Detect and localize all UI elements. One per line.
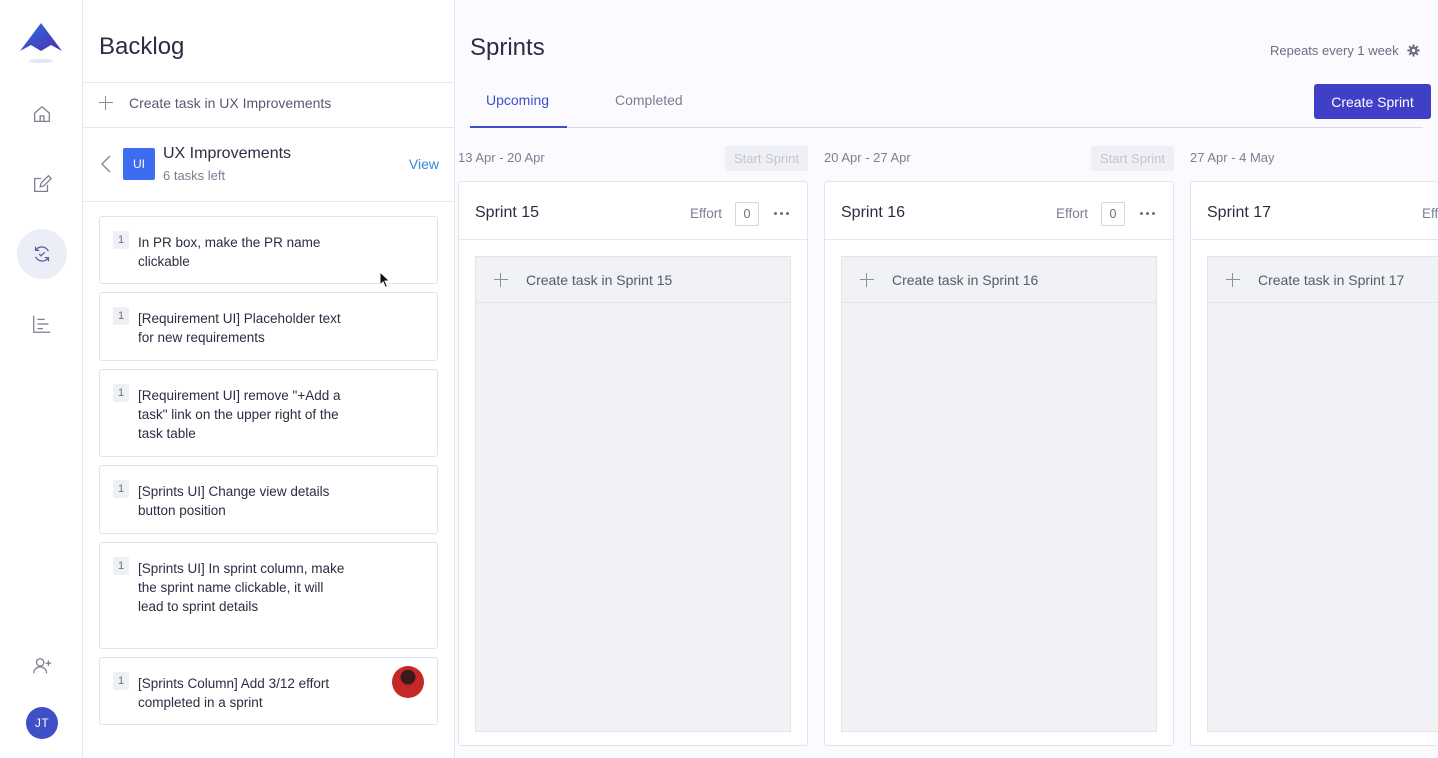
create-task-button[interactable]: Create task in UX Improvements [99,95,331,111]
invite-user-button[interactable] [17,641,67,691]
add-user-icon [33,658,52,674]
requirements-nav-button[interactable] [17,159,67,209]
task-card[interactable]: 1 [Sprints Column] Add 3/12 effort compl… [99,657,438,725]
epic-tasks-left: 6 tasks left [163,168,226,183]
home-icon [34,105,50,122]
task-title: [Sprints UI] In sprint column, make the … [138,561,345,614]
create-sprint-task-label: Create task in Sprint 16 [892,271,1039,288]
task-effort: 1 [113,672,129,690]
divider [83,201,455,202]
plus-icon [99,96,113,110]
create-sprint-task-button[interactable]: Create task in Sprint 16 [842,257,1156,303]
divider [83,82,455,83]
tab-upcoming[interactable]: Upcoming [486,92,549,108]
assignee-avatar[interactable] [392,666,424,698]
page-title: Sprints [470,34,545,61]
task-card[interactable]: 1 [Requirement UI] Placeholder text for … [99,292,438,361]
epic-badge: UI [123,148,155,180]
plus-icon [860,272,874,287]
mouse-pointer-icon [379,271,391,289]
roadmap-icon [33,315,51,333]
backlog-panel: Backlog Create task in UX Improvements U… [83,0,455,758]
task-title: In PR box, make the PR name clickable [138,235,321,269]
back-button[interactable] [99,154,113,174]
task-title: [Requirement UI] Placeholder text for ne… [138,311,341,345]
sprint-repeat-setting[interactable]: Repeats every 1 week [1270,43,1420,58]
epic-header: UI UX Improvements 6 tasks left View [99,144,439,186]
active-tab-indicator [470,126,567,128]
plus-icon [494,272,508,287]
sprint-header: Sprint 17 Eff [1191,182,1438,240]
create-sprint-button[interactable]: Create Sprint [1314,84,1431,119]
create-task-label: Create task in UX Improvements [129,95,332,111]
tab-completed[interactable]: Completed [615,92,683,108]
epic-name: UX Improvements [163,145,292,162]
task-effort: 1 [113,480,129,498]
sprints-nav-button[interactable] [17,229,67,279]
edit-icon [34,174,53,192]
sprint-dates: 13 Apr - 20 Apr [458,150,545,165]
task-effort: 1 [113,557,129,575]
task-title: [Sprints Column] Add 3/12 effort complet… [138,676,330,710]
tabs-divider [470,127,1423,128]
sprint-dates: 20 Apr - 27 Apr [824,150,911,165]
nav-rail: JT [0,0,83,758]
effort-value: 0 [1101,202,1125,226]
start-sprint-button[interactable]: Start Sprint [725,146,808,171]
sprint-header: Sprint 16 Effort 0 [825,182,1173,240]
create-sprint-task-label: Create task in Sprint 15 [526,271,673,288]
sprint-name[interactable]: Sprint 17 [1207,204,1271,222]
sprint-column: Sprint 17 Eff Create task in Sprint 17 [1190,181,1438,746]
plus-icon [1226,272,1240,287]
task-title: [Sprints UI] Change view details button … [138,484,330,518]
backlog-title: Backlog [99,33,185,60]
effort-value: 0 [735,202,759,226]
sprint-name[interactable]: Sprint 16 [841,204,905,222]
start-sprint-button[interactable]: Start Sprint [1091,146,1174,171]
roadmap-nav-button[interactable] [17,299,67,349]
sprint-task-list: Create task in Sprint 15 [475,256,791,732]
more-options-icon[interactable] [774,206,792,220]
app-logo-icon[interactable] [19,21,63,65]
sprint-task-list: Create task in Sprint 17 [1207,256,1438,732]
task-effort: 1 [113,384,129,402]
sprint-column: Sprint 16 Effort 0 Create task in Sprint… [824,181,1174,746]
task-title: [Requirement UI] remove "+Add a task" li… [138,388,341,441]
task-card[interactable]: 1 [Sprints UI] Change view details butto… [99,465,438,534]
task-effort: 1 [113,307,129,325]
create-sprint-task-label: Create task in Sprint 17 [1258,271,1405,288]
task-effort: 1 [113,231,129,249]
create-sprint-task-button[interactable]: Create task in Sprint 17 [1208,257,1438,303]
repeat-label: Repeats every 1 week [1270,43,1399,58]
user-avatar[interactable]: JT [26,707,58,739]
chevron-left-icon [100,155,111,173]
divider [83,127,455,128]
effort-label: Effort [690,206,723,221]
sprint-column: Sprint 15 Effort 0 Create task in Sprint… [458,181,808,746]
home-nav-button[interactable] [17,89,67,139]
effort-label: Effort [1056,206,1089,221]
sprint-name[interactable]: Sprint 15 [475,204,539,222]
effort-label: Eff [1422,206,1438,221]
create-sprint-task-button[interactable]: Create task in Sprint 15 [476,257,790,303]
task-card[interactable]: 1 [Requirement UI] remove "+Add a task" … [99,369,438,457]
view-epic-link[interactable]: View [409,156,439,172]
sprint-dates: 27 Apr - 4 May [1190,150,1275,165]
sprint-task-list: Create task in Sprint 16 [841,256,1157,732]
sprints-icon [34,246,50,262]
sprint-header: Sprint 15 Effort 0 [459,182,807,240]
task-card[interactable]: 1 [Sprints UI] In sprint column, make th… [99,542,438,649]
more-options-icon[interactable] [1140,206,1158,220]
gear-icon[interactable] [1407,44,1420,57]
